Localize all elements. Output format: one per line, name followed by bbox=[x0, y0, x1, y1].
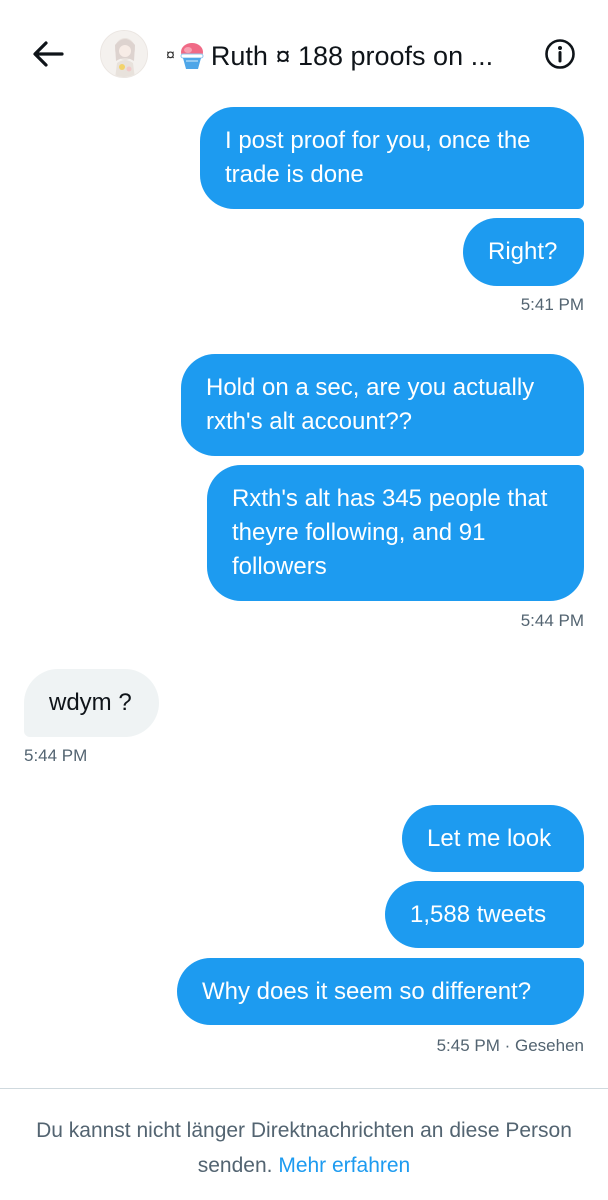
sent-message[interactable]: Rxth's alt has 345 people that theyre fo… bbox=[207, 465, 584, 601]
title-prefix-symbol: ¤ bbox=[166, 47, 175, 64]
shaved-ice-icon bbox=[180, 43, 204, 69]
message-text: I post proof for you, once the trade is … bbox=[225, 127, 531, 188]
message-text: Let me look bbox=[427, 825, 552, 852]
learn-more-link[interactable]: Mehr erfahren bbox=[278, 1154, 410, 1177]
sent-message[interactable]: Right? bbox=[463, 218, 584, 286]
message-timestamp: 5:44 PM bbox=[520, 611, 584, 630]
sent-message[interactable]: Hold on a sec, are you actually rxth's a… bbox=[181, 354, 584, 456]
message-timestamp-seen: 5:45 PM · Gesehen bbox=[436, 1036, 584, 1055]
anime-avatar-image bbox=[101, 31, 147, 77]
info-circle-icon bbox=[545, 39, 575, 69]
message-text: Hold on a sec, are you actually rxth's a… bbox=[206, 374, 535, 435]
message-text: wdym ? bbox=[49, 689, 132, 716]
sent-message[interactable]: 1,588 tweets bbox=[385, 881, 584, 948]
page-title[interactable]: ¤ Ruth ¤ 188 proofs on ... bbox=[166, 36, 536, 76]
message-text: Rxth's alt has 345 people that theyre fo… bbox=[232, 485, 548, 580]
sent-message[interactable]: Why does it seem so different? bbox=[177, 958, 584, 1025]
sent-message[interactable]: I post proof for you, once the trade is … bbox=[200, 107, 584, 209]
conversation-info-button[interactable] bbox=[544, 38, 576, 70]
dm-disabled-notice: Du kannst nicht länger Direktnachrichten… bbox=[30, 1113, 578, 1183]
title-text: Ruth ¤ 188 proofs on ... bbox=[210, 40, 494, 71]
message-text: 1,588 tweets bbox=[410, 901, 547, 928]
sent-message[interactable]: Let me look bbox=[402, 805, 584, 872]
message-timestamp: 5:41 PM bbox=[520, 295, 584, 314]
conversation-header: ¤ Ruth ¤ 188 proofs on ... bbox=[0, 0, 608, 100]
arrow-left-icon bbox=[33, 41, 64, 67]
message-text: Why does it seem so different? bbox=[202, 978, 532, 1005]
message-text: Right? bbox=[488, 238, 558, 265]
footer-divider bbox=[0, 1088, 608, 1089]
avatar[interactable] bbox=[100, 30, 148, 78]
message-timestamp: 5:44 PM bbox=[24, 746, 88, 765]
back-button[interactable] bbox=[28, 34, 68, 74]
received-message[interactable]: wdym ? bbox=[24, 669, 159, 737]
